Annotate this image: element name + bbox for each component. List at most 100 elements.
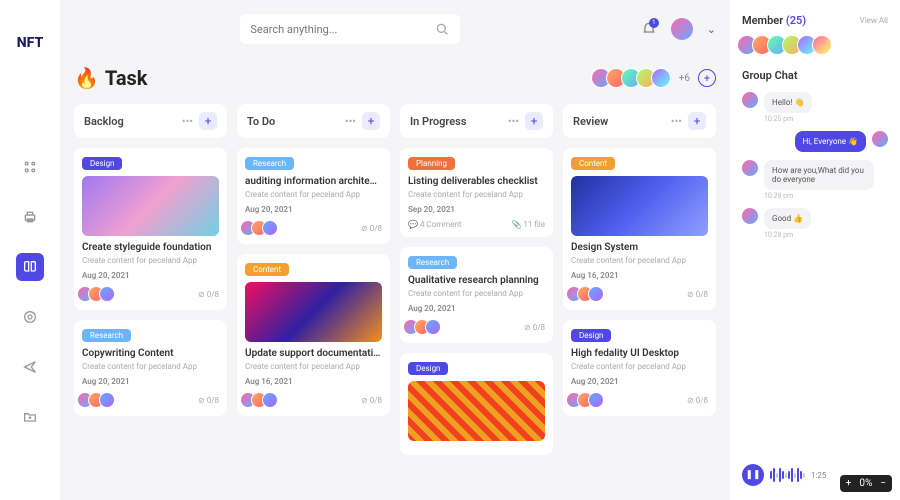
- page-title: 🔥 Task: [74, 66, 148, 90]
- task-card[interactable]: DesignHigh fedality UI DesktopCreate con…: [563, 320, 716, 416]
- column-header: In Progress •••+: [400, 104, 553, 138]
- extra-member-count: +6: [679, 73, 690, 84]
- search-input[interactable]: [250, 23, 434, 36]
- card-image: [571, 176, 708, 236]
- task-card[interactable]: ResearchQualitative research planningCre…: [400, 247, 553, 343]
- search-icon: [434, 21, 450, 37]
- card-title: auditing information architecture: [245, 176, 382, 187]
- task-members: +6 +: [596, 68, 716, 88]
- nav-settings[interactable]: [16, 303, 44, 331]
- column-header: Review •••+: [563, 104, 716, 138]
- card-assignees: [82, 392, 115, 408]
- chat-message: Good 👍10:28 pm: [742, 208, 888, 239]
- card-date: Aug 20, 2021: [245, 205, 382, 214]
- user-avatar[interactable]: [671, 18, 693, 40]
- members-title: Member: [742, 14, 783, 27]
- add-member-button[interactable]: +: [698, 69, 716, 87]
- user-menu-chevron[interactable]: ⌄: [707, 23, 716, 36]
- page-title-text: Task: [105, 66, 148, 90]
- message-avatar: [742, 208, 758, 224]
- message-time: 10:28 pm: [764, 231, 811, 239]
- column-menu[interactable]: •••: [182, 115, 193, 128]
- card-progress: ⊘ 0/8: [687, 396, 708, 405]
- column-menu[interactable]: •••: [508, 115, 519, 128]
- nav-print[interactable]: [16, 203, 44, 231]
- audio-duration: 1:25: [811, 471, 826, 480]
- card-subtitle: Create content for peceland App: [571, 362, 708, 371]
- add-card-button[interactable]: +: [688, 112, 706, 130]
- column-menu[interactable]: •••: [345, 115, 356, 128]
- card-image: [245, 282, 382, 342]
- card-image: [408, 381, 545, 441]
- add-card-button[interactable]: +: [199, 112, 217, 130]
- card-assignees: [245, 220, 278, 236]
- card-date: Sep 20, 2021: [408, 205, 545, 214]
- chat-message: How are you,What did you do everyone10:2…: [742, 160, 888, 200]
- column-title: Backlog: [84, 115, 124, 128]
- card-progress: ⊘ 0/8: [524, 323, 545, 332]
- zoom-out-button[interactable]: −: [880, 478, 886, 489]
- card-title: Design System: [571, 242, 708, 253]
- audio-play-button[interactable]: ❚❚: [742, 464, 764, 486]
- page-header: 🔥 Task +6 +: [74, 66, 716, 90]
- card-date: Aug 16, 2021: [245, 377, 382, 386]
- nav-tasks[interactable]: [16, 253, 44, 281]
- task-card[interactable]: ContentUpdate support documentationCreat…: [237, 254, 390, 416]
- audio-waveform[interactable]: [770, 468, 805, 482]
- message-bubble: Hello! 👋: [764, 92, 812, 113]
- search-box[interactable]: [240, 14, 460, 44]
- card-comments: 💬 4 Comment: [408, 220, 462, 229]
- brand-logo[interactable]: NFT: [17, 35, 43, 51]
- card-progress: ⊘ 0/8: [198, 290, 219, 299]
- card-tag: Research: [82, 329, 131, 342]
- zoom-in-button[interactable]: +: [846, 478, 852, 489]
- zoom-control: + 0% −: [840, 475, 892, 492]
- card-tag: Research: [245, 157, 294, 170]
- task-card[interactable]: ContentDesign SystemCreate content for p…: [563, 148, 716, 310]
- card-tag: Planning: [408, 157, 455, 170]
- gear-icon: [22, 309, 38, 325]
- card-assignees: [571, 392, 604, 408]
- kanban-column: In Progress •••+PlanningListing delivera…: [400, 104, 553, 500]
- topbar: 1 ⌄: [74, 0, 716, 58]
- card-progress: ⊘ 0/8: [687, 290, 708, 299]
- nav-dashboard[interactable]: [16, 153, 44, 181]
- add-card-button[interactable]: +: [362, 112, 380, 130]
- chat-message: Hello! 👋 10:25 pm: [742, 92, 888, 123]
- card-title: Update support documentation: [245, 348, 382, 359]
- task-card[interactable]: PlanningListing deliverables checklistCr…: [400, 148, 553, 237]
- card-subtitle: Create content for peceland App: [82, 362, 219, 371]
- member-avatars[interactable]: [596, 68, 671, 88]
- column-header: To Do ••• +: [237, 104, 390, 138]
- card-date: Aug 20, 2021: [571, 377, 708, 386]
- nav-folder[interactable]: [16, 403, 44, 431]
- message-avatar: [742, 160, 758, 176]
- card-subtitle: Create content for peceland App: [82, 256, 219, 265]
- card-image: [82, 176, 219, 236]
- card-tag: Content: [245, 263, 289, 276]
- card-files: 📎 11 file: [511, 220, 545, 229]
- card-title: Copywriting Content: [82, 348, 219, 359]
- add-card-button[interactable]: +: [525, 112, 543, 130]
- view-all-members[interactable]: View All: [860, 16, 888, 25]
- message-time: 10:25 pm: [764, 115, 812, 123]
- task-card[interactable]: Research Copywriting Content Create conten…: [74, 320, 227, 416]
- task-card[interactable]: DesignCreate styleguide foundationCreate…: [74, 148, 227, 310]
- column-menu[interactable]: •••: [671, 115, 682, 128]
- kanban-board: Backlog •••+DesignCreate styleguide foun…: [74, 104, 716, 500]
- card-tag: Research: [408, 256, 457, 269]
- member-list[interactable]: [742, 35, 888, 55]
- card-title: High fedality UI Desktop: [571, 348, 708, 359]
- notifications-button[interactable]: 1: [641, 20, 657, 39]
- task-card[interactable]: Design: [400, 353, 553, 455]
- notification-badge: 1: [649, 18, 659, 28]
- book-icon: [22, 259, 38, 275]
- card-subtitle: Create content for peceland App: [408, 190, 545, 199]
- nav-send[interactable]: [16, 353, 44, 381]
- task-card[interactable]: Research auditing information architectur…: [237, 148, 390, 244]
- card-title: Create styleguide foundation: [82, 242, 219, 253]
- kanban-column: To Do ••• + Research auditing information a…: [237, 104, 390, 500]
- chat-title: Group Chat: [742, 69, 888, 82]
- column-title: To Do: [247, 115, 275, 128]
- card-date: Aug 16, 2021: [571, 271, 708, 280]
